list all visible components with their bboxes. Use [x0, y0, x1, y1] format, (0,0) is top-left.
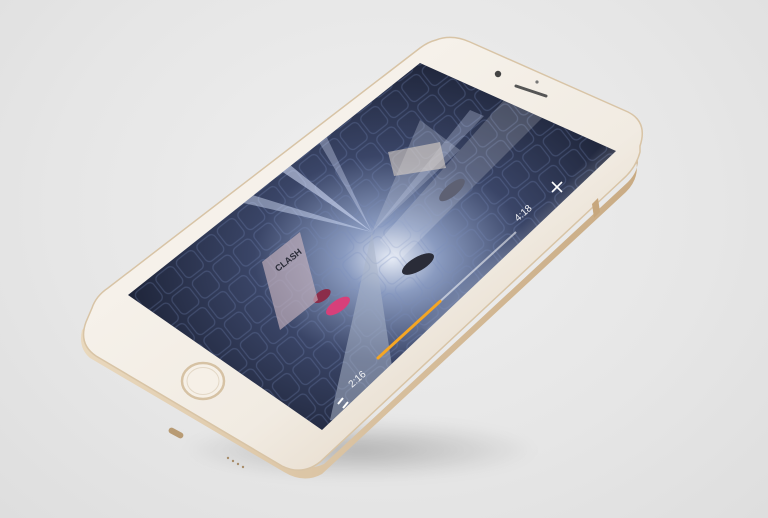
home-button[interactable] [180, 361, 226, 401]
front-camera [494, 70, 502, 78]
proximity-sensor [535, 80, 539, 84]
bottom-speaker [226, 456, 245, 469]
product-mockup-scene: CLASH 2:16 4:18 [0, 0, 768, 518]
phone-device: CLASH 2:16 4:18 [0, 0, 768, 518]
lightning-port [168, 427, 184, 439]
